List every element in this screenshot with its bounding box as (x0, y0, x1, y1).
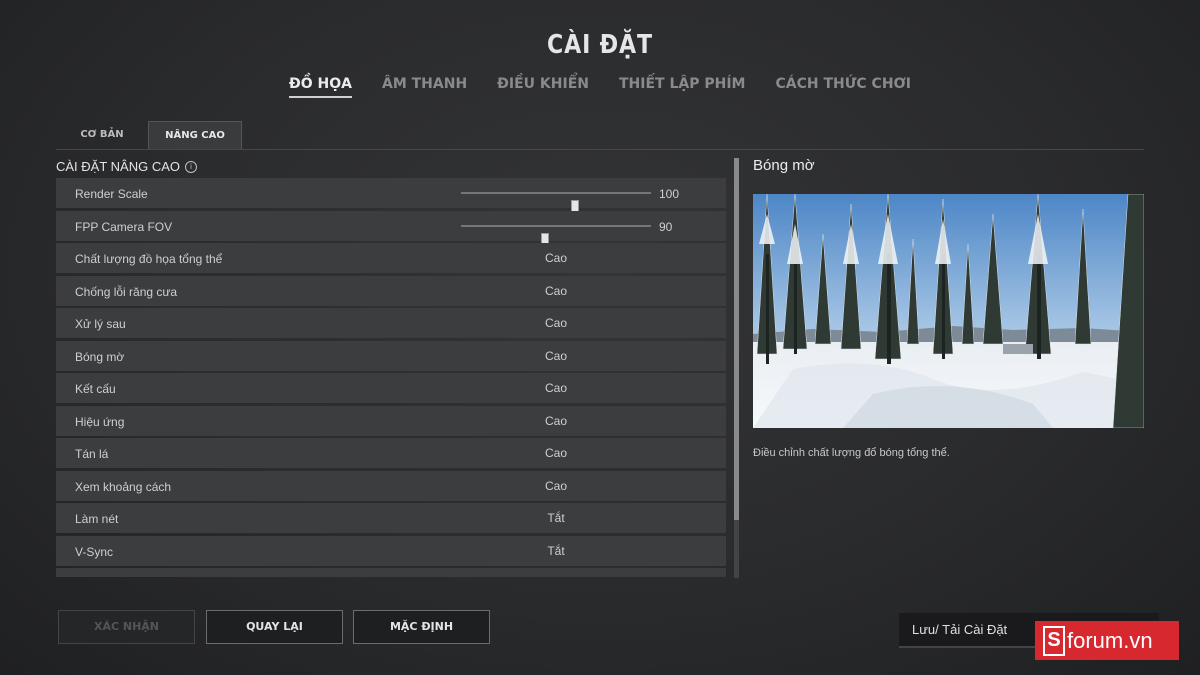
setting-row[interactable]: Làm nét Tắt (56, 503, 726, 533)
subtab-advanced[interactable]: NÂNG CAO (148, 121, 242, 149)
setting-row[interactable]: Bóng mờ Cao (56, 340, 726, 371)
setting-row[interactable]: Xem khoảng cách Cao (56, 470, 726, 501)
setting-value[interactable]: Cao (506, 284, 606, 298)
detail-title: Bóng mờ (753, 157, 815, 174)
setting-label: V-Sync (75, 544, 114, 559)
setting-row[interactable]: Kết cấu Cao (56, 373, 726, 403)
setting-row[interactable]: V-Sync Tắt (56, 535, 726, 566)
scrollbar-thumb[interactable] (734, 158, 739, 520)
slider-value: 100 (659, 187, 680, 201)
settings-scrollbar[interactable] (734, 158, 739, 578)
setting-label: Bóng mờ (75, 349, 125, 364)
setting-value[interactable]: Cao (506, 349, 606, 363)
slider-value: 90 (659, 219, 673, 234)
setting-value[interactable]: Cao (506, 414, 606, 428)
confirm-button[interactable]: XÁC NHẬN (58, 610, 195, 644)
tab-gameplay[interactable]: CÁCH THỨC CHƠI (775, 76, 911, 98)
sforum-text: forum.vn (1067, 628, 1153, 653)
setting-row[interactable]: Xử lý sau Cao (56, 308, 726, 338)
setting-label: Xử lý sau (75, 317, 126, 331)
setting-label: Hiệu ứng (75, 414, 125, 429)
setting-row-fov[interactable]: FPP Camera FOV 90 (56, 210, 726, 248)
back-button[interactable]: QUAY LẠI (206, 610, 343, 644)
setting-value[interactable]: Cao (506, 479, 606, 493)
setting-label: FPP Camera FOV (75, 219, 173, 234)
save-load-label: Lưu/ Tải Cài Đặt (912, 622, 1008, 637)
setting-row[interactable]: Chất lượng đồ họa tổng thể Cao (56, 243, 726, 273)
render-scale-slider[interactable] (461, 192, 651, 215)
setting-value[interactable]: Cao (506, 251, 606, 265)
page-title: CÀI ĐẶT (547, 30, 653, 60)
info-icon[interactable]: i (185, 160, 198, 173)
fov-slider[interactable] (461, 224, 651, 248)
setting-row[interactable]: Chống lỗi răng cưa Cao (56, 275, 726, 306)
default-button[interactable]: MẶC ĐỊNH (353, 610, 490, 644)
detail-description: Điều chỉnh chất lượng đổ bóng tổng thể. (753, 447, 950, 459)
setting-value[interactable]: Tắt (506, 544, 606, 558)
tab-keybindings[interactable]: THIẾT LẬP PHÍM (619, 76, 745, 98)
setting-value[interactable]: Cao (506, 316, 606, 330)
setting-label: Chất lượng đồ họa tổng thể (75, 252, 223, 266)
section-title-text: CÀI ĐẶT NÂNG CAO (56, 159, 181, 174)
sforum-logo-icon: S (1043, 625, 1065, 656)
settings-list: Render Scale 100 FPP Camera FOV 90 Chất … (56, 178, 726, 577)
tab-audio[interactable]: ÂM THANH (382, 76, 467, 98)
setting-value[interactable]: Cao (506, 446, 606, 460)
main-tabs: ĐỒ HỌA ÂM THANH ĐIỀU KHIỂN THIẾT LẬP PHÍ… (0, 76, 1200, 98)
setting-label: Render Scale (75, 187, 148, 201)
tab-graphics[interactable]: ĐỒ HỌA (289, 76, 352, 98)
setting-row[interactable]: Hiệu ứng Cao (56, 405, 726, 436)
snow-forest-image (753, 194, 1144, 428)
section-title: CÀI ĐẶT NÂNG CAO i (56, 159, 198, 174)
setting-label: Làm nét (75, 512, 119, 526)
setting-row-partial[interactable] (56, 568, 726, 577)
setting-label: Xem khoảng cách (75, 479, 172, 494)
setting-value[interactable]: Cao (506, 381, 606, 395)
tab-controls[interactable]: ĐIỀU KHIỂN (497, 76, 589, 98)
subtab-basic[interactable]: CƠ BẢN (56, 121, 148, 148)
setting-label: Chống lỗi răng cưa (75, 284, 178, 299)
sub-tabs: CƠ BẢN NÂNG CAO (56, 121, 1144, 150)
setting-label: Tán lá (75, 447, 109, 461)
preview-image (753, 194, 1144, 428)
setting-value[interactable]: Tắt (506, 511, 606, 525)
setting-row-render-scale[interactable]: Render Scale 100 (56, 178, 726, 215)
setting-label: Kết cấu (75, 382, 116, 396)
sforum-watermark: S forum.vn (1035, 621, 1179, 660)
setting-row[interactable]: Tán lá Cao (56, 438, 726, 468)
